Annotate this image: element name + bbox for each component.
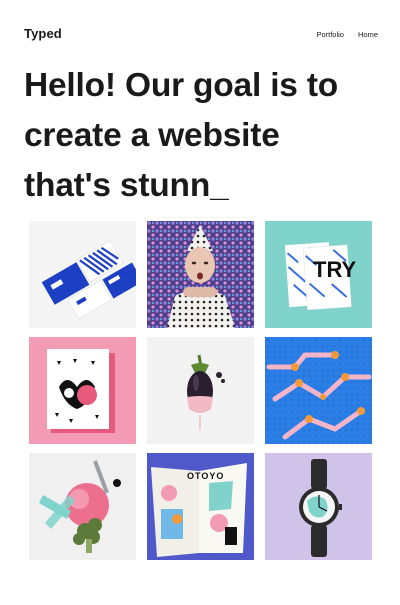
- collage-broccoli-image: [29, 453, 136, 560]
- poster-pink-image: [29, 337, 136, 444]
- eggplant-image: [147, 337, 254, 444]
- portfolio-item-magazine[interactable]: TRY: [265, 221, 372, 328]
- portfolio-item-business-cards[interactable]: [29, 221, 136, 328]
- main-nav: Portfolio Home: [316, 30, 378, 39]
- portfolio-grid: TRY OTOYO: [29, 221, 372, 560]
- nav-link-home[interactable]: Home: [358, 30, 378, 39]
- portfolio-item-poster[interactable]: [29, 337, 136, 444]
- otoyo-magazine-image: OTOYO: [147, 453, 254, 560]
- hero-headline: Hello! Our goal is to create a website t…: [24, 67, 339, 204]
- business-cards-image: [29, 221, 136, 328]
- site-logo[interactable]: Typed: [24, 26, 62, 41]
- nav-link-portfolio[interactable]: Portfolio: [316, 30, 344, 39]
- portfolio-item-eggplant[interactable]: [147, 337, 254, 444]
- magazine-try-image: TRY: [265, 221, 372, 328]
- otoyo-title: OTOYO: [187, 471, 224, 481]
- portfolio-item-portrait[interactable]: [147, 221, 254, 328]
- watch-image: [265, 453, 372, 560]
- portrait-image: [147, 221, 254, 328]
- portfolio-item-otoyo[interactable]: OTOYO: [147, 453, 254, 560]
- portfolio-item-tubes[interactable]: [265, 337, 372, 444]
- portfolio-item-collage[interactable]: [29, 453, 136, 560]
- portfolio-item-watch[interactable]: [265, 453, 372, 560]
- magazine-letters: TRY: [313, 257, 357, 282]
- tubes-image: [265, 337, 372, 444]
- site-header: Typed Portfolio Home: [0, 0, 400, 70]
